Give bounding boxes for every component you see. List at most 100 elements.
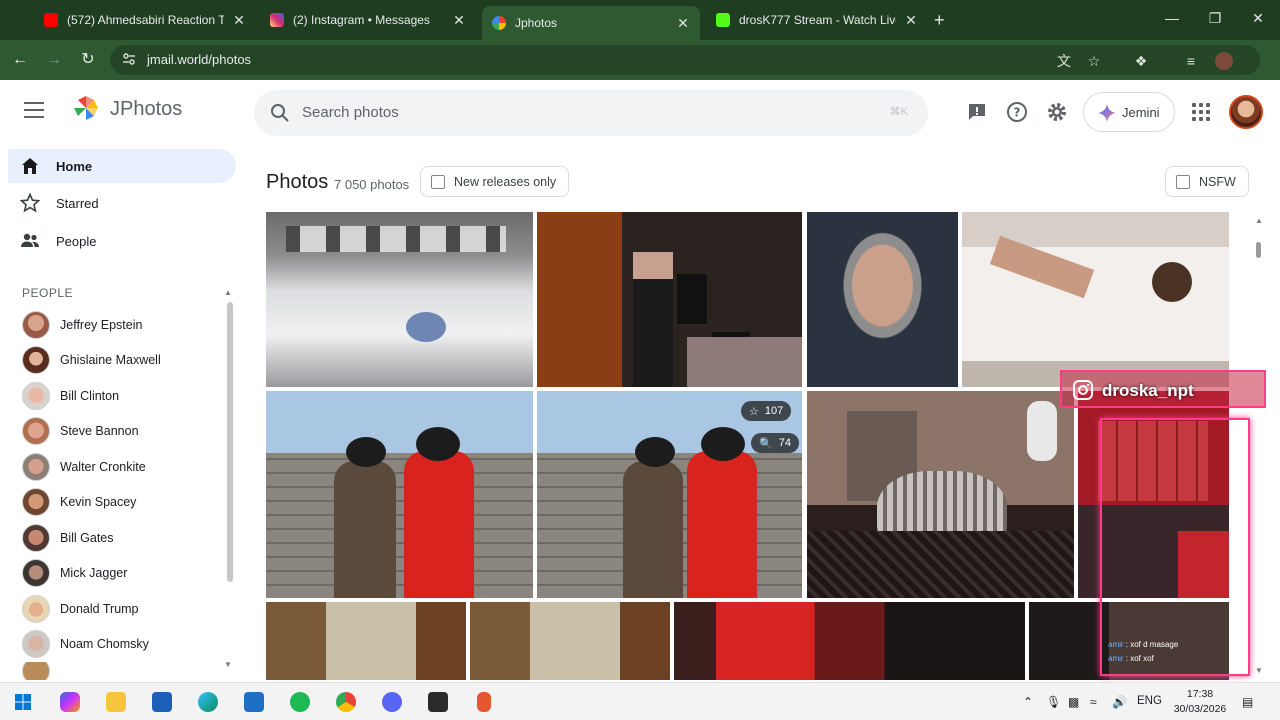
search-bar[interactable]: Search photos ⌘K (254, 90, 928, 136)
browser-tab-kick[interactable]: drosK777 Stream - Watch Live ✕ (706, 6, 928, 34)
settings-gear-icon[interactable] (1046, 101, 1068, 123)
outlook-icon[interactable] (244, 692, 264, 712)
microphone-app-icon[interactable] (477, 692, 491, 712)
store-icon[interactable] (152, 692, 172, 712)
close-tab-icon[interactable]: ✕ (676, 15, 690, 32)
clock-date: 30/03/2026 (1173, 703, 1227, 715)
help-icon[interactable]: ? (1006, 101, 1028, 123)
windows-start-icon[interactable] (13, 692, 33, 712)
windows-taskbar: ⌃ 🎙 ▩ ≈ 🔊 ENG 17:38 30/03/2026 ▤ (0, 682, 1280, 720)
sidebar-item-home[interactable]: Home (8, 149, 236, 183)
main-scroll-down-icon[interactable]: ▼ (1255, 666, 1263, 675)
kick-favicon-icon (716, 13, 730, 27)
search-icon (271, 104, 289, 122)
person-jeffrey-epstein[interactable]: Jeffrey Epstein (22, 309, 222, 341)
file-explorer-icon[interactable] (106, 692, 126, 712)
copilot-icon[interactable] (60, 692, 80, 712)
bookmark-star-icon[interactable]: ☆ (1085, 52, 1103, 70)
feedback-icon[interactable] (966, 101, 988, 123)
checkbox[interactable] (431, 174, 445, 189)
discord-icon[interactable] (382, 692, 402, 712)
photo-thumbnail[interactable] (807, 212, 958, 387)
maximize-window-icon[interactable]: ❐ (1205, 10, 1225, 27)
checkbox[interactable] (1176, 174, 1190, 189)
chat-message: amir : xof xof (1108, 654, 1154, 663)
person-mick-jagger[interactable]: Mick Jagger (22, 557, 222, 589)
extensions-icon[interactable]: ❖ (1132, 52, 1150, 70)
capcut-icon[interactable] (428, 692, 448, 712)
avatar (22, 595, 50, 623)
forward-arrow-icon[interactable]: → (44, 50, 64, 70)
person-bill-clinton[interactable]: Bill Clinton (22, 380, 222, 412)
person-donald-trump[interactable]: Donald Trump (22, 593, 222, 625)
close-tab-icon[interactable]: ✕ (452, 12, 466, 29)
system-clock[interactable]: 17:38 30/03/2026 (1170, 687, 1230, 717)
sidebar-item-people[interactable]: People (8, 224, 236, 258)
address-bar[interactable]: jmail.world/photos 文 ☆ ❖ ≡ (110, 45, 1260, 75)
browser-tab-youtube[interactable]: (572) Ahmedsabiri Reaction Tw ✕ (34, 6, 256, 34)
tray-overflow-icon[interactable]: ⌃ (1023, 695, 1033, 709)
photo-thumbnail[interactable] (266, 602, 466, 680)
account-avatar[interactable] (1229, 95, 1263, 129)
display-tray-icon[interactable]: ▩ (1068, 695, 1079, 709)
person-partial[interactable] (22, 662, 222, 680)
main-menu-icon[interactable] (24, 102, 44, 118)
reload-icon[interactable]: ↻ (78, 50, 98, 70)
instagram-icon (1073, 380, 1093, 400)
close-tab-icon[interactable]: ✕ (232, 12, 246, 29)
spotify-icon[interactable] (290, 692, 310, 712)
photo-thumbnail[interactable] (962, 212, 1229, 387)
person-noam-chomsky[interactable]: Noam Chomsky (22, 628, 222, 660)
photo-thumbnail[interactable] (470, 602, 670, 680)
nsfw-filter[interactable]: NSFW (1165, 166, 1249, 197)
photo-thumbnail[interactable]: ☆ 107 🔍 74 (537, 391, 802, 598)
main-scroll-up-icon[interactable]: ▲ (1255, 216, 1263, 225)
stream-instagram-overlay: droska_npt (1060, 370, 1266, 408)
browser-tab-instagram[interactable]: (2) Instagram • Messages ✕ (260, 6, 476, 34)
close-window-icon[interactable]: ✕ (1248, 10, 1268, 27)
sidebar-scroll-up-icon[interactable]: ▲ (224, 288, 232, 297)
edge-icon[interactable] (198, 692, 218, 712)
site-settings-icon[interactable] (122, 52, 136, 66)
zoom-badge: 🔍 74 (751, 433, 799, 453)
wifi-icon[interactable]: ≈ (1090, 695, 1097, 709)
chrome-icon[interactable] (336, 692, 356, 712)
person-steve-bannon[interactable]: Steve Bannon (22, 415, 222, 447)
profile-avatar-icon[interactable] (1215, 52, 1233, 70)
person-ghislaine-maxwell[interactable]: Ghislaine Maxwell (22, 344, 222, 376)
app-brand-name[interactable]: JPhotos (110, 98, 182, 121)
jemini-button[interactable]: Jemini (1083, 92, 1175, 132)
sidebar-scrollbar[interactable] (227, 302, 233, 582)
person-bill-gates[interactable]: Bill Gates (22, 522, 222, 554)
language-indicator[interactable]: ENG (1137, 695, 1162, 707)
browser-tab-jphotos[interactable]: Jphotos ✕ (482, 6, 700, 40)
apps-grid-icon[interactable] (1192, 103, 1210, 121)
sidebar-scroll-down-icon[interactable]: ▼ (224, 660, 232, 669)
avatar (22, 488, 50, 516)
new-releases-filter[interactable]: New releases only (420, 166, 570, 197)
notifications-icon[interactable]: ▤ (1242, 695, 1253, 709)
volume-icon[interactable]: 🔊 (1112, 695, 1127, 709)
person-kevin-spacey[interactable]: Kevin Spacey (22, 486, 222, 518)
close-tab-icon[interactable]: ✕ (904, 12, 918, 29)
person-walter-cronkite[interactable]: Walter Cronkite (22, 451, 222, 483)
microphone-tray-icon[interactable]: 🎙 (1046, 695, 1061, 709)
photo-thumbnail[interactable] (674, 602, 1025, 680)
back-arrow-icon[interactable]: ← (10, 50, 30, 70)
new-tab-button[interactable]: + (934, 10, 945, 31)
page-title: Photos (266, 171, 329, 193)
search-shortcut-hint: ⌘K (889, 106, 908, 118)
sidebar-item-starred[interactable]: Starred (8, 186, 236, 220)
photo-thumbnail[interactable] (807, 391, 1074, 598)
search-input[interactable]: Search photos (302, 104, 399, 121)
person-name: Bill Clinton (60, 389, 120, 403)
jphotos-logo-icon[interactable] (72, 94, 100, 122)
translate-icon[interactable]: 文 (1055, 52, 1073, 70)
main-scrollbar[interactable] (1256, 242, 1261, 258)
url-text[interactable]: jmail.world/photos (147, 52, 251, 67)
photo-thumbnail[interactable] (266, 391, 533, 598)
photo-thumbnail[interactable] (537, 212, 802, 387)
photo-thumbnail[interactable] (266, 212, 533, 387)
media-controls-icon[interactable]: ≡ (1182, 52, 1200, 70)
minimize-window-icon[interactable]: — (1162, 10, 1182, 26)
